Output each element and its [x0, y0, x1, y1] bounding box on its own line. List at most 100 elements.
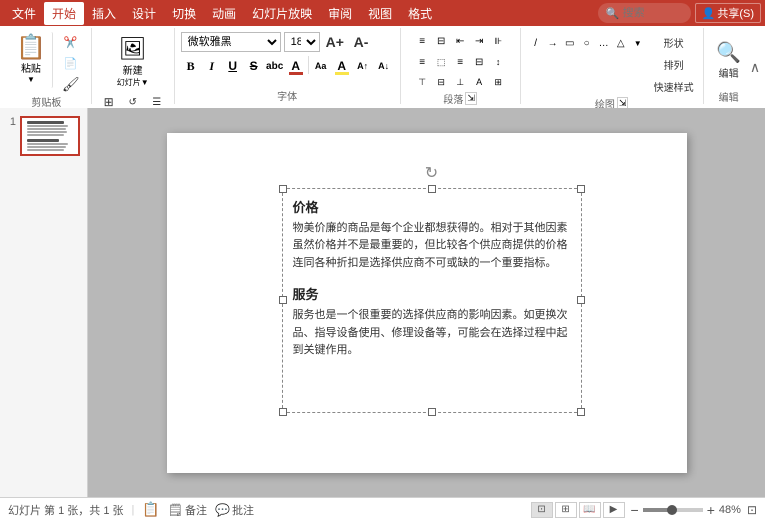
font-expand-button[interactable]: A↓ — [374, 56, 394, 76]
edit-icon: 🔍 — [716, 40, 741, 65]
slide-number-indicator: 1 — [4, 116, 16, 128]
decrease-indent-button[interactable]: ⇤ — [451, 32, 469, 50]
rotate-handle[interactable]: ↻ — [424, 165, 440, 181]
menu-design[interactable]: 设计 — [124, 2, 164, 25]
share-button[interactable]: 👤 共享(S) — [695, 3, 761, 23]
paste-button[interactable]: 📋 粘贴 ▼ — [10, 32, 53, 88]
fit-window-button[interactable]: ⊡ — [747, 503, 757, 517]
align-left-button[interactable]: ≡ — [413, 53, 431, 71]
menu-view[interactable]: 视图 — [360, 2, 400, 25]
menu-home[interactable]: 开始 — [44, 2, 84, 25]
shape-button[interactable]: 形状 — [651, 32, 697, 52]
section1-title: 价格 — [293, 197, 571, 216]
notes-text: 备注 — [185, 502, 207, 518]
copy-button[interactable]: 📄 — [59, 53, 83, 73]
reading-view-button[interactable]: 📖 — [579, 502, 601, 518]
zoom-in-button[interactable]: + — [707, 502, 715, 518]
share-label: 共享(S) — [717, 5, 754, 21]
text-direction-button[interactable]: A — [470, 73, 488, 91]
notes-label[interactable]: 🗒 备注 — [168, 502, 207, 518]
text-box[interactable]: ↻ 价格 物美价廉的商品是每个企业都想获得的。相对于其他因素虽然价格并不是最重要… — [282, 188, 582, 413]
decrease-font-button[interactable]: A- — [350, 32, 372, 52]
slideshow-button[interactable]: ▶ — [603, 502, 625, 518]
slide-sorter-button[interactable]: ⊞ — [555, 502, 577, 518]
font-family-select[interactable]: 微软雅黑 — [181, 32, 281, 52]
increase-indent-button[interactable]: ⇥ — [470, 32, 488, 50]
strikethrough-button[interactable]: S — [244, 56, 264, 76]
align-right-button[interactable]: ≡ — [451, 53, 469, 71]
bold-button[interactable]: B — [181, 56, 201, 76]
menu-file[interactable]: 文件 — [4, 2, 44, 25]
text-shadow-button[interactable]: abc — [265, 56, 285, 76]
comments-label[interactable]: 💬 批注 — [215, 502, 254, 518]
handle-top-left[interactable] — [279, 185, 287, 193]
menu-review[interactable]: 审阅 — [320, 2, 360, 25]
shape-dropdown[interactable]: ▼ — [629, 34, 647, 52]
smartart-button[interactable]: ⊞ — [489, 73, 507, 91]
handle-middle-left[interactable] — [279, 296, 287, 304]
shape-triangle[interactable]: △ — [612, 34, 630, 52]
handle-top-middle[interactable] — [428, 185, 436, 193]
bullet-list-button[interactable]: ≡ — [413, 32, 431, 50]
section2-body: 服务也是一个很重要的选择供应商的影响因素。如更换次品、指导设备使用、修理设备等，… — [293, 307, 571, 360]
arrange-button[interactable]: 排列 — [651, 54, 697, 74]
align-bottom-button[interactable]: ⊥ — [451, 73, 469, 91]
handle-bottom-middle[interactable] — [428, 408, 436, 416]
section2-title: 服务 — [293, 284, 571, 303]
handle-top-right[interactable] — [577, 185, 585, 193]
slide-thumbnail[interactable] — [20, 116, 80, 156]
highlight-color-button[interactable]: A — [332, 56, 352, 76]
cut-button[interactable]: ✂️ — [59, 32, 83, 52]
numbered-list-button[interactable]: ⊟ — [432, 32, 450, 50]
search-icon: 🔍 — [606, 7, 620, 20]
text-columns-button[interactable]: ⊪ — [489, 32, 507, 50]
new-slide-icon: 🖼 — [119, 36, 147, 62]
paragraph-expand-icon[interactable]: ⇲ — [465, 92, 477, 105]
normal-view-button[interactable]: ⊡ — [531, 502, 553, 518]
menu-insert[interactable]: 插入 — [84, 2, 124, 25]
slide-panel: 1 — [0, 108, 88, 497]
underline-button[interactable]: U — [223, 56, 243, 76]
shape-rect[interactable]: ▭ — [561, 34, 579, 52]
quick-styles-button[interactable]: 快速样式 — [651, 76, 697, 96]
menu-animation[interactable]: 动画 — [204, 2, 244, 25]
format-painter-button[interactable]: 🖌 — [59, 74, 83, 94]
handle-middle-right[interactable] — [577, 296, 585, 304]
zoom-out-button[interactable]: − — [631, 502, 639, 518]
zoom-level[interactable]: 48% — [719, 504, 741, 516]
handle-bottom-left[interactable] — [279, 408, 287, 416]
shape-line[interactable]: / — [527, 34, 545, 52]
comments-text: 批注 — [232, 502, 254, 518]
line-spacing-button[interactable]: ↕ — [489, 53, 507, 71]
handle-bottom-right[interactable] — [577, 408, 585, 416]
align-top-button[interactable]: ⊤ — [413, 73, 431, 91]
align-center-button[interactable]: ⬚ — [432, 53, 450, 71]
increase-font-button[interactable]: A+ — [323, 32, 347, 52]
align-middle-button[interactable]: ⊟ — [432, 73, 450, 91]
ribbon-collapse-button[interactable]: ∧ — [745, 26, 765, 108]
text-case-button[interactable]: Aa — [311, 56, 331, 76]
menu-slideshow[interactable]: 幻灯片放映 — [244, 2, 320, 25]
shape-oval[interactable]: ○ — [578, 34, 596, 52]
font-color-button[interactable]: A — [286, 56, 306, 76]
search-input[interactable] — [623, 7, 683, 19]
new-slide-label: 新建 — [123, 62, 143, 77]
menu-format[interactable]: 格式 — [400, 2, 440, 25]
shape-more[interactable]: … — [595, 34, 613, 52]
ribbon-group-drawing: / → ▭ ○ … △ ▼ 形状 排列 快速样式 绘图 ⇲ — [521, 28, 704, 104]
menu-transition[interactable]: 切换 — [164, 2, 204, 25]
notes-icon: 🗒 — [168, 503, 183, 517]
italic-button[interactable]: I — [202, 56, 222, 76]
status-separator1: | — [132, 504, 135, 516]
font-shrink-button[interactable]: A↑ — [353, 56, 373, 76]
zoom-slider[interactable] — [643, 508, 703, 512]
edit-button[interactable]: 🔍 编辑 — [712, 38, 745, 82]
status-right: ⊡ ⊞ 📖 ▶ − + 48% ⊡ — [531, 502, 757, 518]
shape-arrow[interactable]: → — [544, 34, 562, 52]
font-size-select[interactable]: 18 — [284, 32, 320, 52]
slide-canvas[interactable]: ↻ 价格 物美价廉的商品是每个企业都想获得的。相对于其他因素虽然价格并不是最重要… — [167, 133, 687, 473]
paste-dropdown-icon: ▼ — [27, 75, 35, 84]
slide-thumbnail-container: 1 — [4, 116, 83, 156]
justify-button[interactable]: ⊟ — [470, 53, 488, 71]
new-slide-button[interactable]: 🖼 新建 幻灯片▼ — [113, 34, 153, 90]
